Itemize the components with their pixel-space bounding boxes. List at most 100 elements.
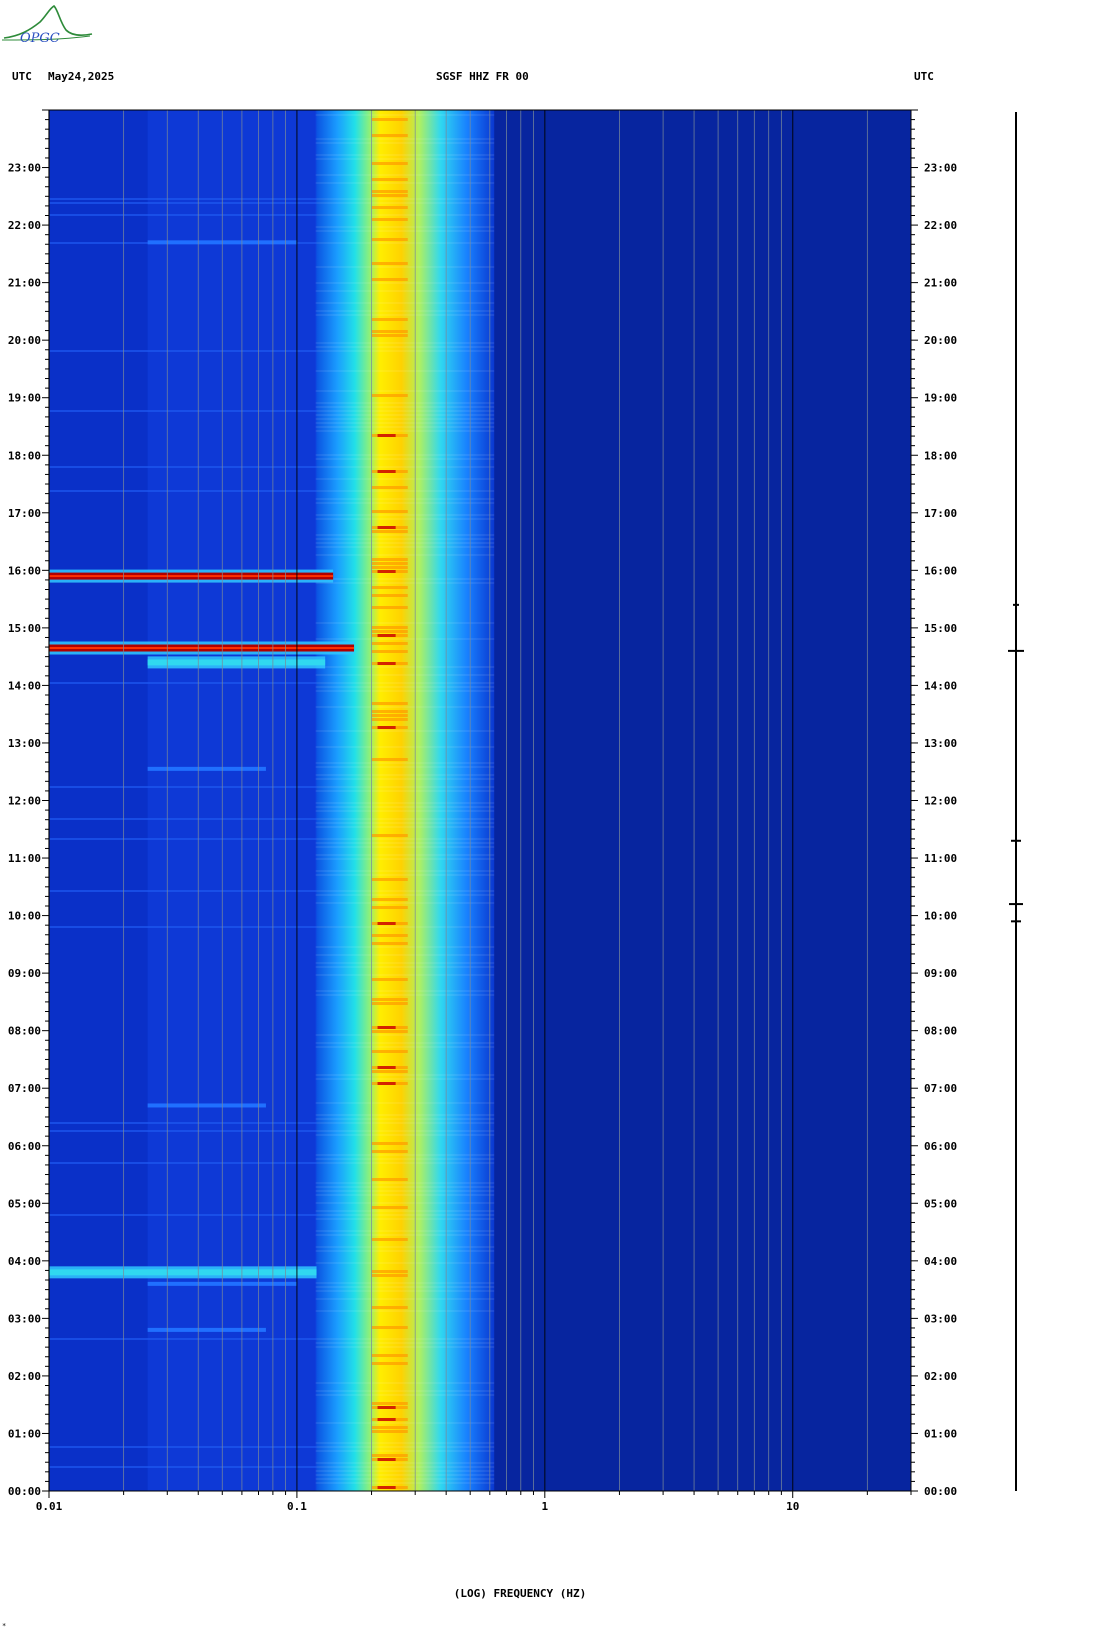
peak-speck	[371, 330, 408, 333]
corner-mark: *	[2, 1622, 7, 1630]
noise-row	[315, 1262, 495, 1264]
noise-row	[315, 1162, 495, 1164]
noise-row	[315, 1442, 495, 1444]
y-tick-label-right: 16:00	[924, 564, 957, 577]
noise-row	[315, 490, 495, 492]
lf-noise-row	[49, 1122, 317, 1124]
lf-noise-row	[49, 410, 317, 412]
peak-speck	[371, 1238, 408, 1241]
noise-row	[315, 774, 495, 776]
event-core	[49, 647, 355, 650]
peak-speck	[371, 998, 408, 1001]
lf-noise-row	[49, 198, 317, 200]
noise-row	[315, 202, 495, 204]
noise-row	[315, 538, 495, 540]
event-band-3	[49, 1269, 317, 1276]
peak-speck	[371, 898, 408, 901]
noise-row	[315, 370, 495, 372]
noise-row	[315, 966, 495, 968]
noise-row	[315, 858, 495, 860]
peak-speck	[371, 630, 408, 633]
noise-row	[315, 138, 495, 140]
noise-row	[315, 546, 495, 548]
y-tick-label-right: 22:00	[924, 219, 957, 232]
y-tick-label-left: 16:00	[8, 564, 41, 577]
y-tick-label-right: 07:00	[924, 1082, 957, 1095]
y-tick-label-left: 02:00	[8, 1370, 41, 1383]
noise-row	[315, 1074, 495, 1076]
noise-row	[315, 466, 495, 468]
noise-row	[315, 1346, 495, 1348]
noise-row	[315, 454, 495, 456]
peak-speck	[371, 1206, 408, 1209]
noise-row	[315, 182, 495, 184]
peak-speck-strong	[377, 434, 396, 437]
noise-row	[315, 114, 495, 116]
peak-speck	[371, 626, 408, 629]
noise-row	[315, 1182, 495, 1184]
y-tick-label-left: 22:00	[8, 219, 41, 232]
y-tick-label-left: 10:00	[8, 910, 41, 923]
noise-row	[315, 1034, 495, 1036]
noise-row	[315, 1130, 495, 1132]
noise-row	[315, 314, 495, 316]
noise-row	[315, 514, 495, 516]
noise-row	[315, 290, 495, 292]
noise-row	[315, 402, 495, 404]
peak-speck	[371, 530, 408, 533]
lf-noise-row	[49, 1338, 317, 1340]
spectrogram-chart: 00:00 00:00 01:00 01:00 02:00 02:00 03:00 03:00…	[8, 109, 1024, 1513]
y-tick-label-right: 13:00	[924, 737, 957, 750]
y-tick-label-left: 07:00	[8, 1082, 41, 1095]
noise-row	[315, 874, 495, 876]
noise-row	[315, 1342, 495, 1344]
noise-row	[315, 390, 495, 392]
noise-row	[315, 1394, 495, 1396]
x-tick-label: 1	[541, 1500, 548, 1513]
event-core	[49, 575, 334, 578]
noise-row	[315, 1286, 495, 1288]
noise-row	[315, 870, 495, 872]
y-tick-label-left: 21:00	[8, 277, 41, 290]
y-tick-label-left: 05:00	[8, 1197, 41, 1210]
noise-row	[315, 790, 495, 792]
noise-row	[315, 846, 495, 848]
y-tick-label-right: 18:00	[924, 449, 957, 462]
lf-noise-row	[49, 890, 317, 892]
noise-row	[315, 174, 495, 176]
y-tick-label-right: 08:00	[924, 1025, 957, 1038]
peak-speck	[371, 650, 408, 653]
noise-row	[315, 406, 495, 408]
noise-row	[315, 1190, 495, 1192]
noise-row	[315, 926, 495, 928]
y-tick-label-right: 00:00	[924, 1485, 957, 1498]
noise-row	[315, 786, 495, 788]
y-tick-label-right: 12:00	[924, 795, 957, 808]
noise-row	[315, 838, 495, 840]
noise-row	[315, 762, 495, 764]
peak-speck-strong	[377, 570, 396, 573]
x-tick-label: 0.01	[36, 1500, 63, 1513]
noise-row	[315, 158, 495, 160]
noise-row	[315, 1246, 495, 1248]
y-tick-label-left: 14:00	[8, 679, 41, 692]
peak-speck	[371, 566, 408, 569]
noise-row	[315, 554, 495, 556]
noise-row	[315, 1158, 495, 1160]
peak-speck	[371, 714, 408, 717]
peak-speck	[371, 1326, 408, 1329]
y-tick-label-right: 19:00	[924, 392, 957, 405]
noise-row	[315, 1422, 495, 1424]
noise-row	[315, 1230, 495, 1232]
peak-speck	[371, 1274, 408, 1277]
y-tick-label-right: 05:00	[924, 1197, 957, 1210]
peak-speck-strong	[377, 1418, 396, 1421]
noise-row	[315, 686, 495, 688]
noise-row	[315, 310, 495, 312]
peak-speck	[371, 1030, 408, 1033]
y-tick-label-left: 15:00	[8, 622, 41, 635]
noise-row	[315, 730, 495, 732]
y-tick-label-left: 17:00	[8, 507, 41, 520]
noise-row	[315, 1114, 495, 1116]
noise-row	[315, 990, 495, 992]
